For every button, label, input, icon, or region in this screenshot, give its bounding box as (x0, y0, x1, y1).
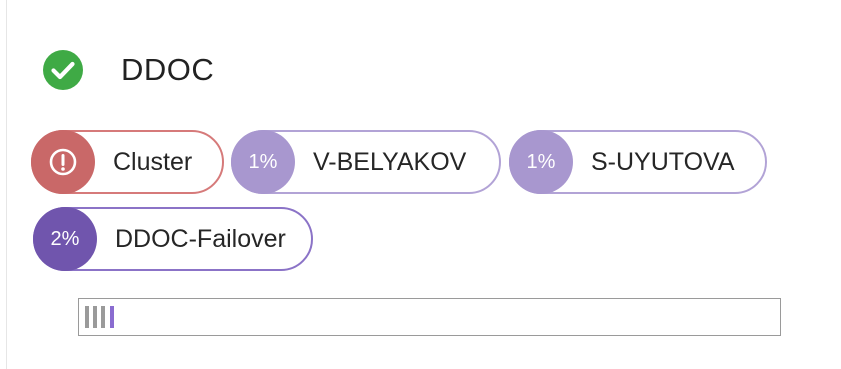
card-header: DDOC (43, 50, 214, 90)
page-title: DDOC (121, 52, 215, 87)
usage-bar-segment (101, 306, 105, 328)
alert-badge (31, 130, 95, 194)
percent-badge: 1% (231, 130, 295, 194)
alert-circle-icon (49, 148, 77, 176)
usage-bar (78, 298, 781, 336)
pill-label: S-UYUTOVA (591, 147, 735, 176)
check-circle-svg (43, 50, 83, 90)
pill-v-belyakov[interactable]: 1% V-BELYAKOV (231, 130, 501, 194)
usage-bar-segment (93, 306, 97, 328)
pill-ddoc-failover[interactable]: 2% DDOC-Failover (33, 207, 313, 271)
usage-bar-segment (110, 306, 114, 328)
pill-label: DDOC-Failover (115, 224, 286, 253)
pill-label: Cluster (113, 147, 193, 176)
pill-cluster[interactable]: Cluster (31, 130, 224, 194)
check-circle-icon (43, 50, 83, 90)
pill-s-uyutova[interactable]: 1% S-UYUTOVA (509, 130, 767, 194)
usage-bar-segment (85, 306, 89, 328)
percent-badge: 2% (33, 207, 97, 271)
pill-label: V-BELYAKOV (313, 147, 467, 176)
percent-badge: 1% (509, 130, 573, 194)
